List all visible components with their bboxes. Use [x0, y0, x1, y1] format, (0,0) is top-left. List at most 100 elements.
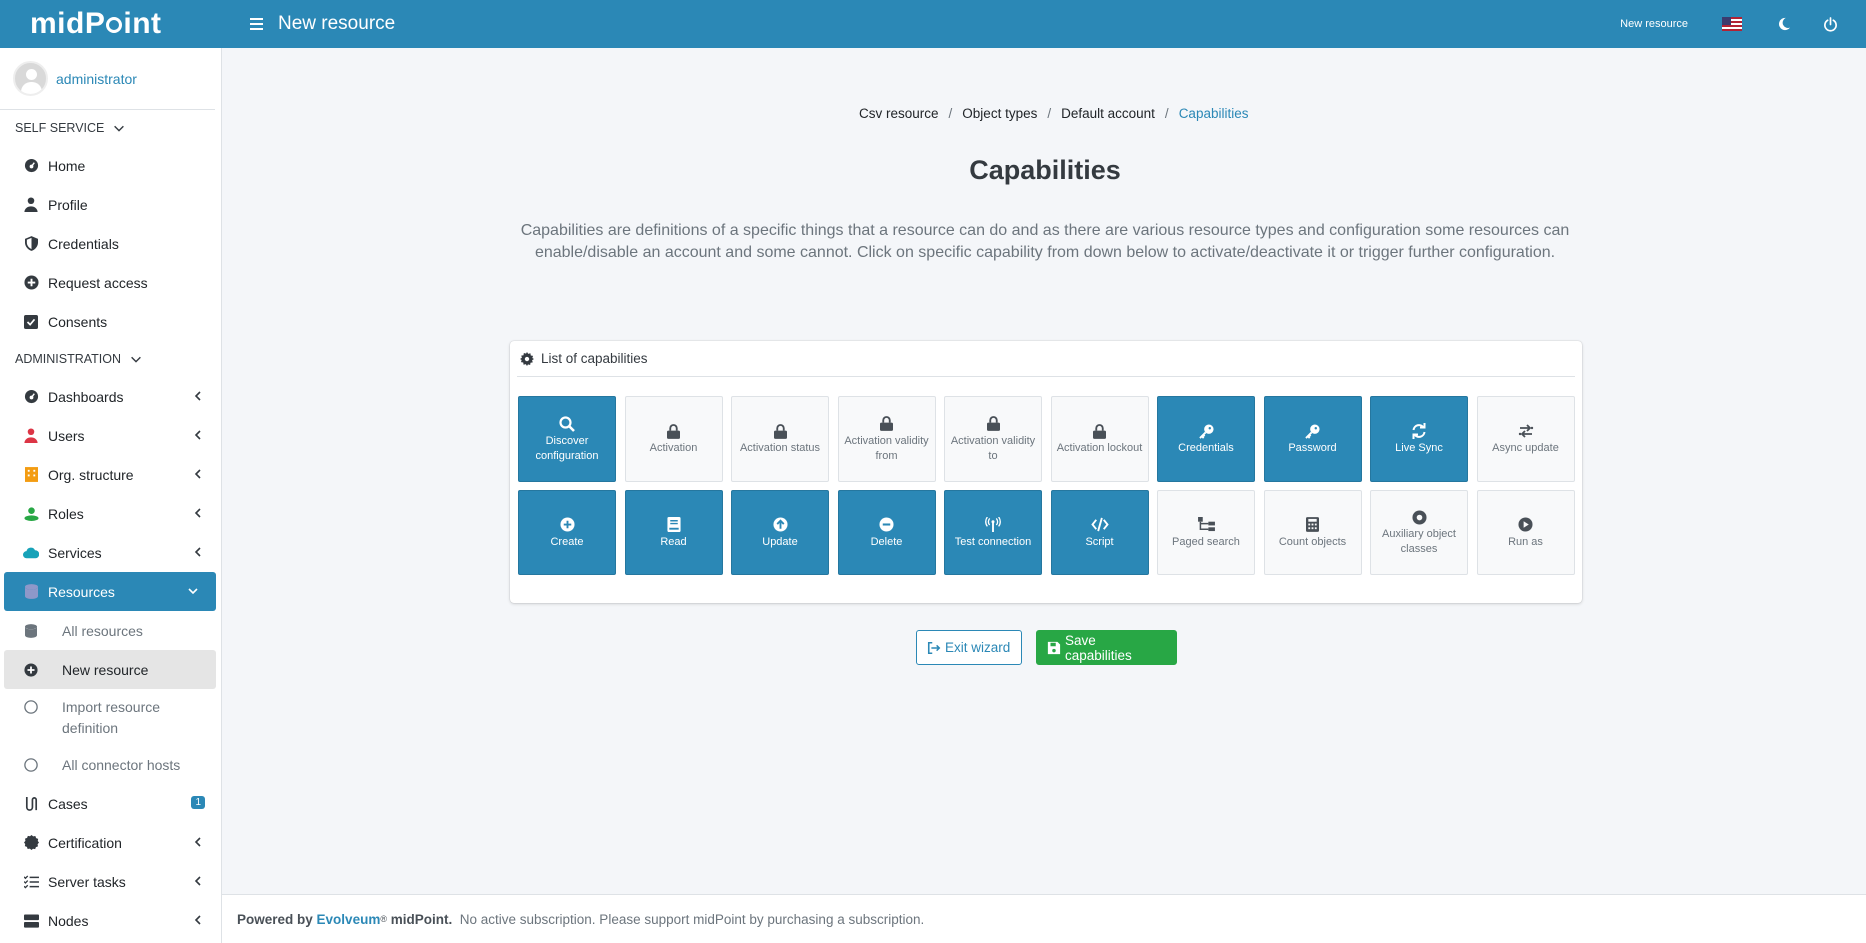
breadcrumb-item-default-account[interactable]: Default account [1061, 106, 1155, 121]
capability-tile-activation-status[interactable]: Activation status [731, 396, 829, 482]
capability-tile-async-update[interactable]: Async update [1476, 396, 1575, 482]
sidebar-item-import-resource-definition[interactable]: Import resource definition [0, 689, 221, 745]
capability-label: Password [1288, 442, 1337, 454]
sidebar-item-label: Certification [48, 834, 122, 851]
sidebar-item-users[interactable]: Users [0, 416, 221, 455]
capability-label: Activation validity to [950, 434, 1036, 462]
sidebar-item-services[interactable]: Services [0, 533, 221, 572]
sidebar-item-all-resources[interactable]: All resources [0, 611, 221, 650]
footer-powered-by: Powered by [237, 911, 313, 927]
capability-label: Create [550, 535, 584, 548]
exit-wizard-button[interactable]: Exit wizard [916, 630, 1022, 665]
capability-tile-script[interactable]: Script [1050, 490, 1149, 575]
breadcrumb-item-object-types[interactable]: Object types [962, 106, 1037, 121]
capability-label: Paged search [1172, 535, 1240, 548]
sidebar-item-consents[interactable]: Consents [0, 302, 221, 341]
sidebar-item-org-structure[interactable]: Org. structure [0, 455, 221, 494]
save-capabilities-button[interactable]: Save capabilities [1036, 630, 1177, 665]
capability-tile-count-objects[interactable]: Count objects [1263, 490, 1362, 575]
sidebar-item-label: Cases [48, 795, 88, 812]
footer-registered-mark: ® [380, 914, 387, 924]
capability-label: Script [1085, 535, 1114, 548]
language-flag-icon[interactable] [1722, 17, 1742, 31]
breadcrumb: Csv resource / Object types / Default ac… [859, 106, 1249, 121]
sidebar-item-server-tasks[interactable]: Server tasks [0, 862, 221, 901]
footer-brand-link[interactable]: Evolveum [317, 912, 381, 927]
lock-icon [771, 422, 789, 440]
sidebar-item-cases[interactable]: Cases 1 [0, 784, 221, 823]
capability-tile-update[interactable]: Update [731, 490, 829, 575]
chevron-left-icon [194, 508, 201, 518]
capability-tile-live-sync[interactable]: Live Sync [1370, 396, 1468, 482]
key-icon [1197, 422, 1215, 440]
logout-power-icon[interactable] [1820, 14, 1840, 34]
capability-tile-auxiliary-object-classes[interactable]: Auxiliary object classes [1370, 490, 1468, 575]
sidebar-item-resources[interactable]: Resources [4, 572, 216, 611]
sidebar-item-label: Credentials [48, 235, 119, 252]
capability-tile-activation-validity-to[interactable]: Activation validity to [944, 396, 1042, 482]
sidebar-item-label: All resources [62, 622, 143, 639]
save-capabilities-label: Save capabilities [1064, 632, 1132, 663]
user-name-link[interactable]: administrator [56, 71, 137, 87]
lock-icon [984, 415, 1002, 433]
main-title: Capabilities [969, 155, 1121, 185]
lock-icon [878, 415, 896, 433]
capability-tile-activation-validity-from[interactable]: Activation validity from [837, 396, 936, 482]
chevron-left-icon [194, 837, 201, 847]
midpoint-logo[interactable]: midP int [0, 0, 222, 48]
user-icon [23, 197, 39, 213]
plus-circle-icon [23, 275, 39, 291]
async-icon [1517, 422, 1535, 440]
top-navbar: midP int New resource New resource [0, 0, 1866, 48]
sidebar-item-credentials[interactable]: Credentials [0, 224, 221, 263]
sidebar-item-nodes[interactable]: Nodes [0, 901, 221, 940]
capability-tile-activation-lockout[interactable]: Activation lockout [1050, 396, 1149, 482]
capabilities-grid: Discover configuration Activation Activati… [518, 396, 1576, 575]
code-icon [1090, 516, 1109, 534]
sidebar-item-roles[interactable]: Roles [0, 494, 221, 533]
administration-section[interactable]: ADMINISTRATION [0, 341, 221, 377]
capability-tile-paged-search[interactable]: Paged search [1157, 490, 1255, 575]
breadcrumb-item-csv-resource[interactable]: Csv resource [859, 106, 939, 121]
sidebar-item-all-connector-hosts[interactable]: All connector hosts [0, 745, 221, 784]
capability-tile-run-as[interactable]: Run as [1476, 490, 1575, 575]
main-description: Capabilities are definitions of a specif… [520, 222, 1570, 261]
sidebar-item-profile[interactable]: Profile [0, 185, 221, 224]
self-service-label: SELF SERVICE [15, 121, 105, 135]
database-icon [23, 584, 39, 600]
sidebar-item-label: Profile [48, 196, 88, 213]
sidebar-item-dashboards[interactable]: Dashboards [0, 377, 221, 416]
plus-circle-icon [558, 516, 576, 534]
chevron-left-icon [194, 430, 201, 440]
capability-tile-discover-configuration[interactable]: Discover configuration [518, 396, 616, 482]
sidebar-item-certification[interactable]: Certification [0, 823, 221, 862]
capability-label: Activation lockout [1056, 442, 1143, 454]
capability-tile-delete[interactable]: Delete [837, 490, 936, 575]
capability-tile-test-connection[interactable]: Test connection [944, 490, 1042, 575]
search-icon [558, 415, 576, 433]
capability-tile-create[interactable]: Create [518, 490, 616, 575]
dashboard-icon [23, 389, 39, 405]
capability-tile-read[interactable]: Read [624, 490, 723, 575]
certificate-icon [23, 835, 39, 851]
chevron-left-icon [194, 391, 201, 401]
sidebar-toggle-icon[interactable] [242, 10, 270, 38]
gear-icon [520, 351, 534, 366]
sidebar-item-label: Services [48, 544, 102, 561]
sidebar-item-label: Org. structure [48, 466, 134, 483]
cases-icon [23, 796, 39, 812]
capability-tile-credentials[interactable]: Credentials [1157, 396, 1255, 482]
capabilities-card: List of capabilities Discover configurat… [510, 341, 1582, 603]
sidebar-item-request-access[interactable]: Request access [0, 263, 221, 302]
sidebar-item-new-resource[interactable]: New resource [4, 650, 216, 689]
capability-label: Read [660, 535, 687, 548]
capability-tile-password[interactable]: Password [1263, 396, 1362, 482]
sidebar-item-label: All connector hosts [62, 756, 181, 773]
dark-mode-moon-icon[interactable] [1774, 14, 1794, 34]
self-service-section[interactable]: SELF SERVICE [0, 110, 221, 146]
building-icon [23, 467, 39, 483]
capability-tile-activation[interactable]: Activation [624, 396, 723, 482]
chevron-down-icon [131, 356, 141, 363]
sidebar-item-label: Consents [48, 313, 108, 330]
sitemap-icon [1197, 516, 1215, 534]
